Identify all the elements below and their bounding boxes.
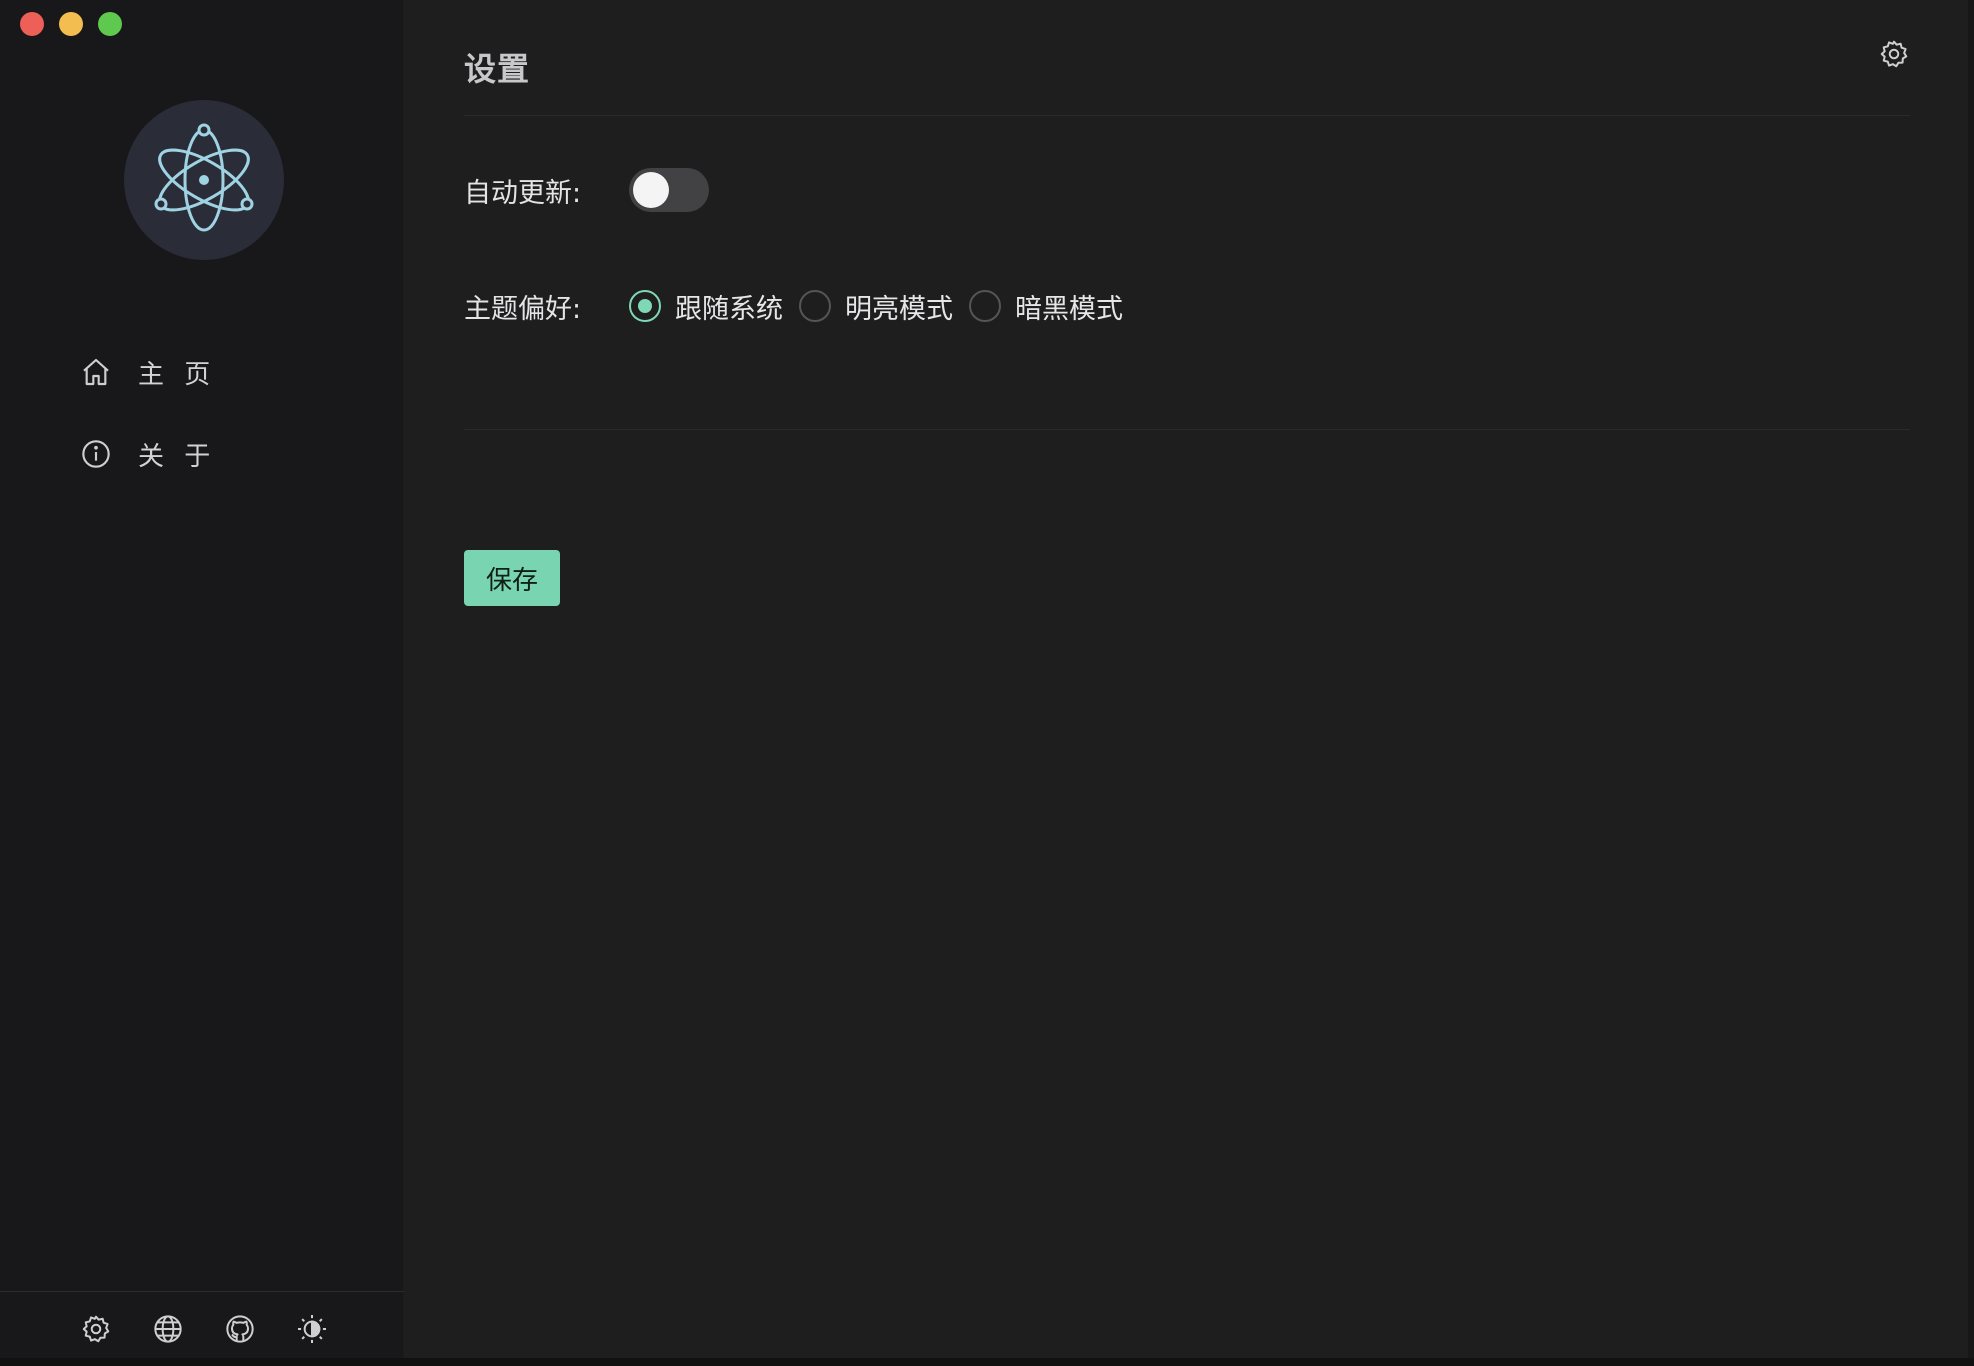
globe-icon[interactable] xyxy=(152,1313,184,1345)
maximize-window-button[interactable] xyxy=(98,12,122,36)
theme-label: 主题偏好: xyxy=(464,293,582,325)
save-button[interactable]: 保存 xyxy=(464,550,560,606)
github-icon[interactable] xyxy=(224,1313,256,1345)
theme-icon[interactable] xyxy=(296,1313,328,1345)
electron-atom-icon xyxy=(154,123,254,232)
info-icon xyxy=(80,438,112,470)
sidebar-nav: 主 页 关 于 xyxy=(80,346,216,510)
auto-update-row: 自动更新: xyxy=(464,168,709,212)
minimize-window-button[interactable] xyxy=(59,12,83,36)
radio-unchecked xyxy=(799,290,831,322)
app-logo xyxy=(124,100,284,260)
page-title: 设置 xyxy=(464,50,531,88)
gear-icon[interactable] xyxy=(1878,38,1910,70)
sidebar-item-home[interactable]: 主 页 xyxy=(80,346,216,398)
close-window-button[interactable] xyxy=(20,12,44,36)
section-divider xyxy=(464,429,1910,430)
settings-panel: 设置 自动更新: 主题偏好: 跟随系统 明亮模式 暗黑模式 保存 xyxy=(404,0,1974,1366)
terminal-strip xyxy=(0,1358,1974,1366)
theme-row: 主题偏好: 跟随系统 明亮模式 暗黑模式 xyxy=(464,284,1139,328)
sidebar: 主 页 关 于 xyxy=(0,0,404,1366)
theme-option-light[interactable]: 明亮模式 xyxy=(799,287,953,326)
sidebar-footer xyxy=(0,1291,404,1366)
theme-option-dark[interactable]: 暗黑模式 xyxy=(969,287,1123,326)
home-icon xyxy=(80,356,112,388)
sidebar-item-about[interactable]: 关 于 xyxy=(80,428,216,480)
sidebar-item-label: 关 于 xyxy=(138,441,217,472)
window-controls xyxy=(20,12,122,36)
sidebar-item-label: 主 页 xyxy=(138,359,217,390)
auto-update-label: 自动更新: xyxy=(464,177,582,209)
gear-icon[interactable] xyxy=(80,1313,112,1345)
app-window: 主 页 关 于 设置 自动更新: 主题偏好: 跟随系统 明亮模式 暗黑模式 保存 xyxy=(0,0,1974,1366)
toggle-knob xyxy=(633,172,669,208)
radio-checked xyxy=(629,290,661,322)
auto-update-toggle[interactable] xyxy=(629,168,709,212)
window-edge xyxy=(1968,0,1974,1366)
theme-option-system[interactable]: 跟随系统 xyxy=(629,287,783,326)
header-divider xyxy=(464,115,1910,116)
radio-unchecked xyxy=(969,290,1001,322)
